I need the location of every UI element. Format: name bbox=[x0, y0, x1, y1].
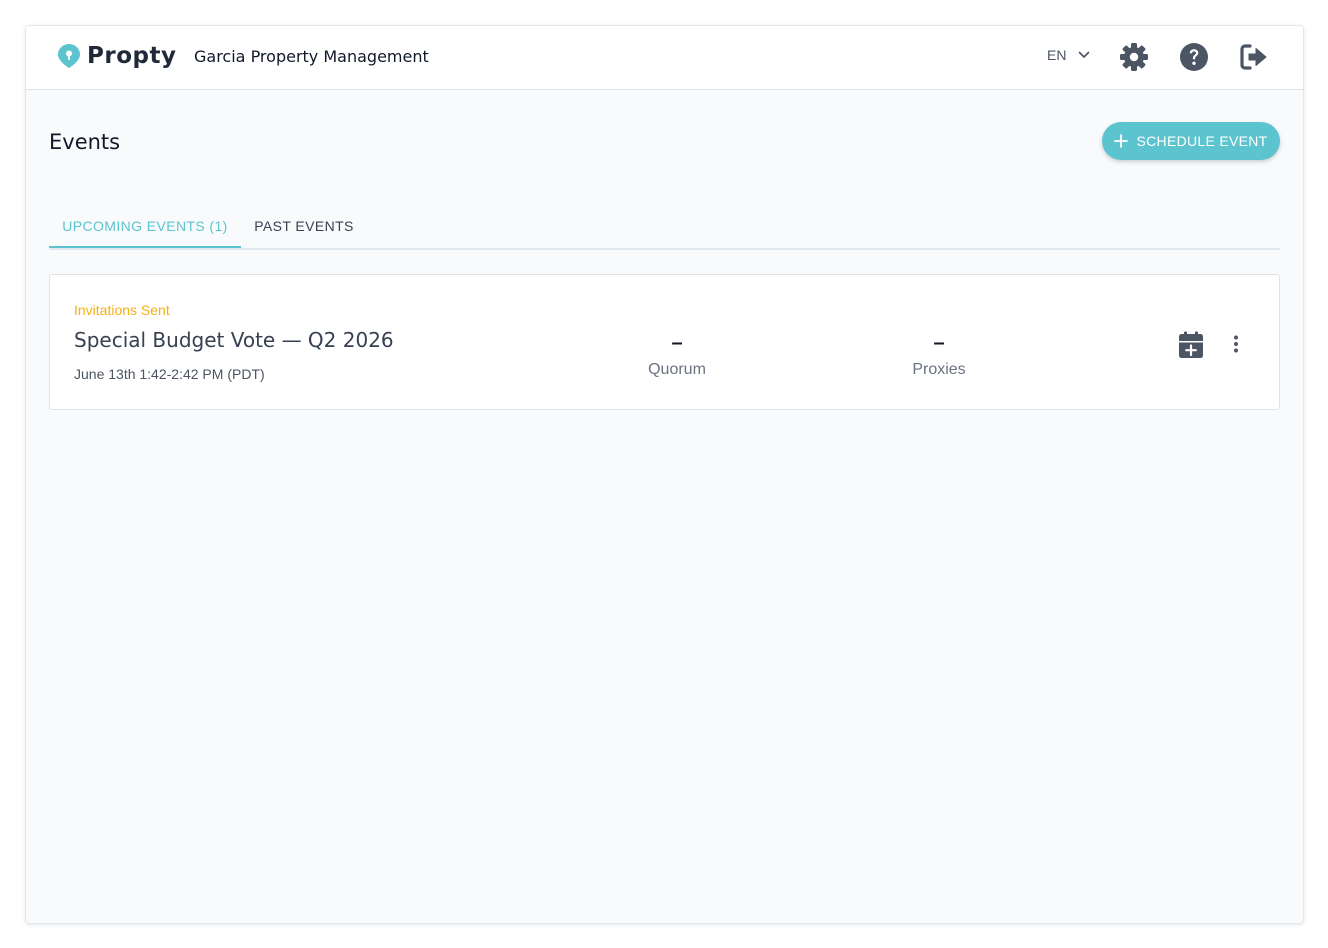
plus-icon bbox=[1114, 134, 1129, 148]
logo-pin-icon bbox=[58, 44, 80, 68]
proxies-label: Proxies bbox=[912, 361, 966, 378]
language-select[interactable]: EN bbox=[1047, 47, 1090, 63]
quorum-value: – bbox=[671, 332, 683, 354]
quorum-stat: – Quorum bbox=[607, 329, 747, 379]
schedule-event-button[interactable]: SCHEDULE EVENT bbox=[1102, 122, 1280, 160]
chevron-down-icon bbox=[1079, 51, 1090, 58]
calendar-add-icon[interactable] bbox=[1179, 331, 1203, 358]
quorum-label: Quorum bbox=[648, 361, 706, 378]
event-card[interactable]: Invitations Sent Special Budget Vote — Q… bbox=[49, 274, 1280, 410]
app-window: Propty Garcia Property Management EN Eve… bbox=[25, 25, 1304, 924]
event-time: June 13th 1:42-2:42 PM (PDT) bbox=[74, 366, 265, 382]
proxies-value: – bbox=[933, 332, 945, 354]
help-icon[interactable] bbox=[1179, 42, 1209, 72]
gear-icon[interactable] bbox=[1119, 42, 1149, 72]
event-status: Invitations Sent bbox=[74, 302, 170, 318]
proxies-stat: – Proxies bbox=[869, 329, 1009, 379]
language-value: EN bbox=[1047, 47, 1067, 63]
more-vertical-icon[interactable] bbox=[1232, 335, 1240, 353]
event-tabs: UPCOMING EVENTS (1) PAST EVENTS bbox=[49, 206, 1280, 250]
tab-upcoming-events[interactable]: UPCOMING EVENTS (1) bbox=[49, 206, 241, 248]
top-bar: Propty Garcia Property Management EN bbox=[26, 26, 1303, 90]
logout-icon[interactable] bbox=[1239, 42, 1269, 72]
page-title: Events bbox=[49, 130, 121, 154]
brand-name: Propty bbox=[87, 43, 177, 69]
brand-logo[interactable]: Propty bbox=[57, 43, 176, 69]
organization-name: Garcia Property Management bbox=[194, 47, 429, 66]
tab-past-events[interactable]: PAST EVENTS bbox=[241, 206, 367, 246]
event-title: Special Budget Vote — Q2 2026 bbox=[74, 328, 394, 352]
schedule-event-label: SCHEDULE EVENT bbox=[1136, 133, 1268, 149]
